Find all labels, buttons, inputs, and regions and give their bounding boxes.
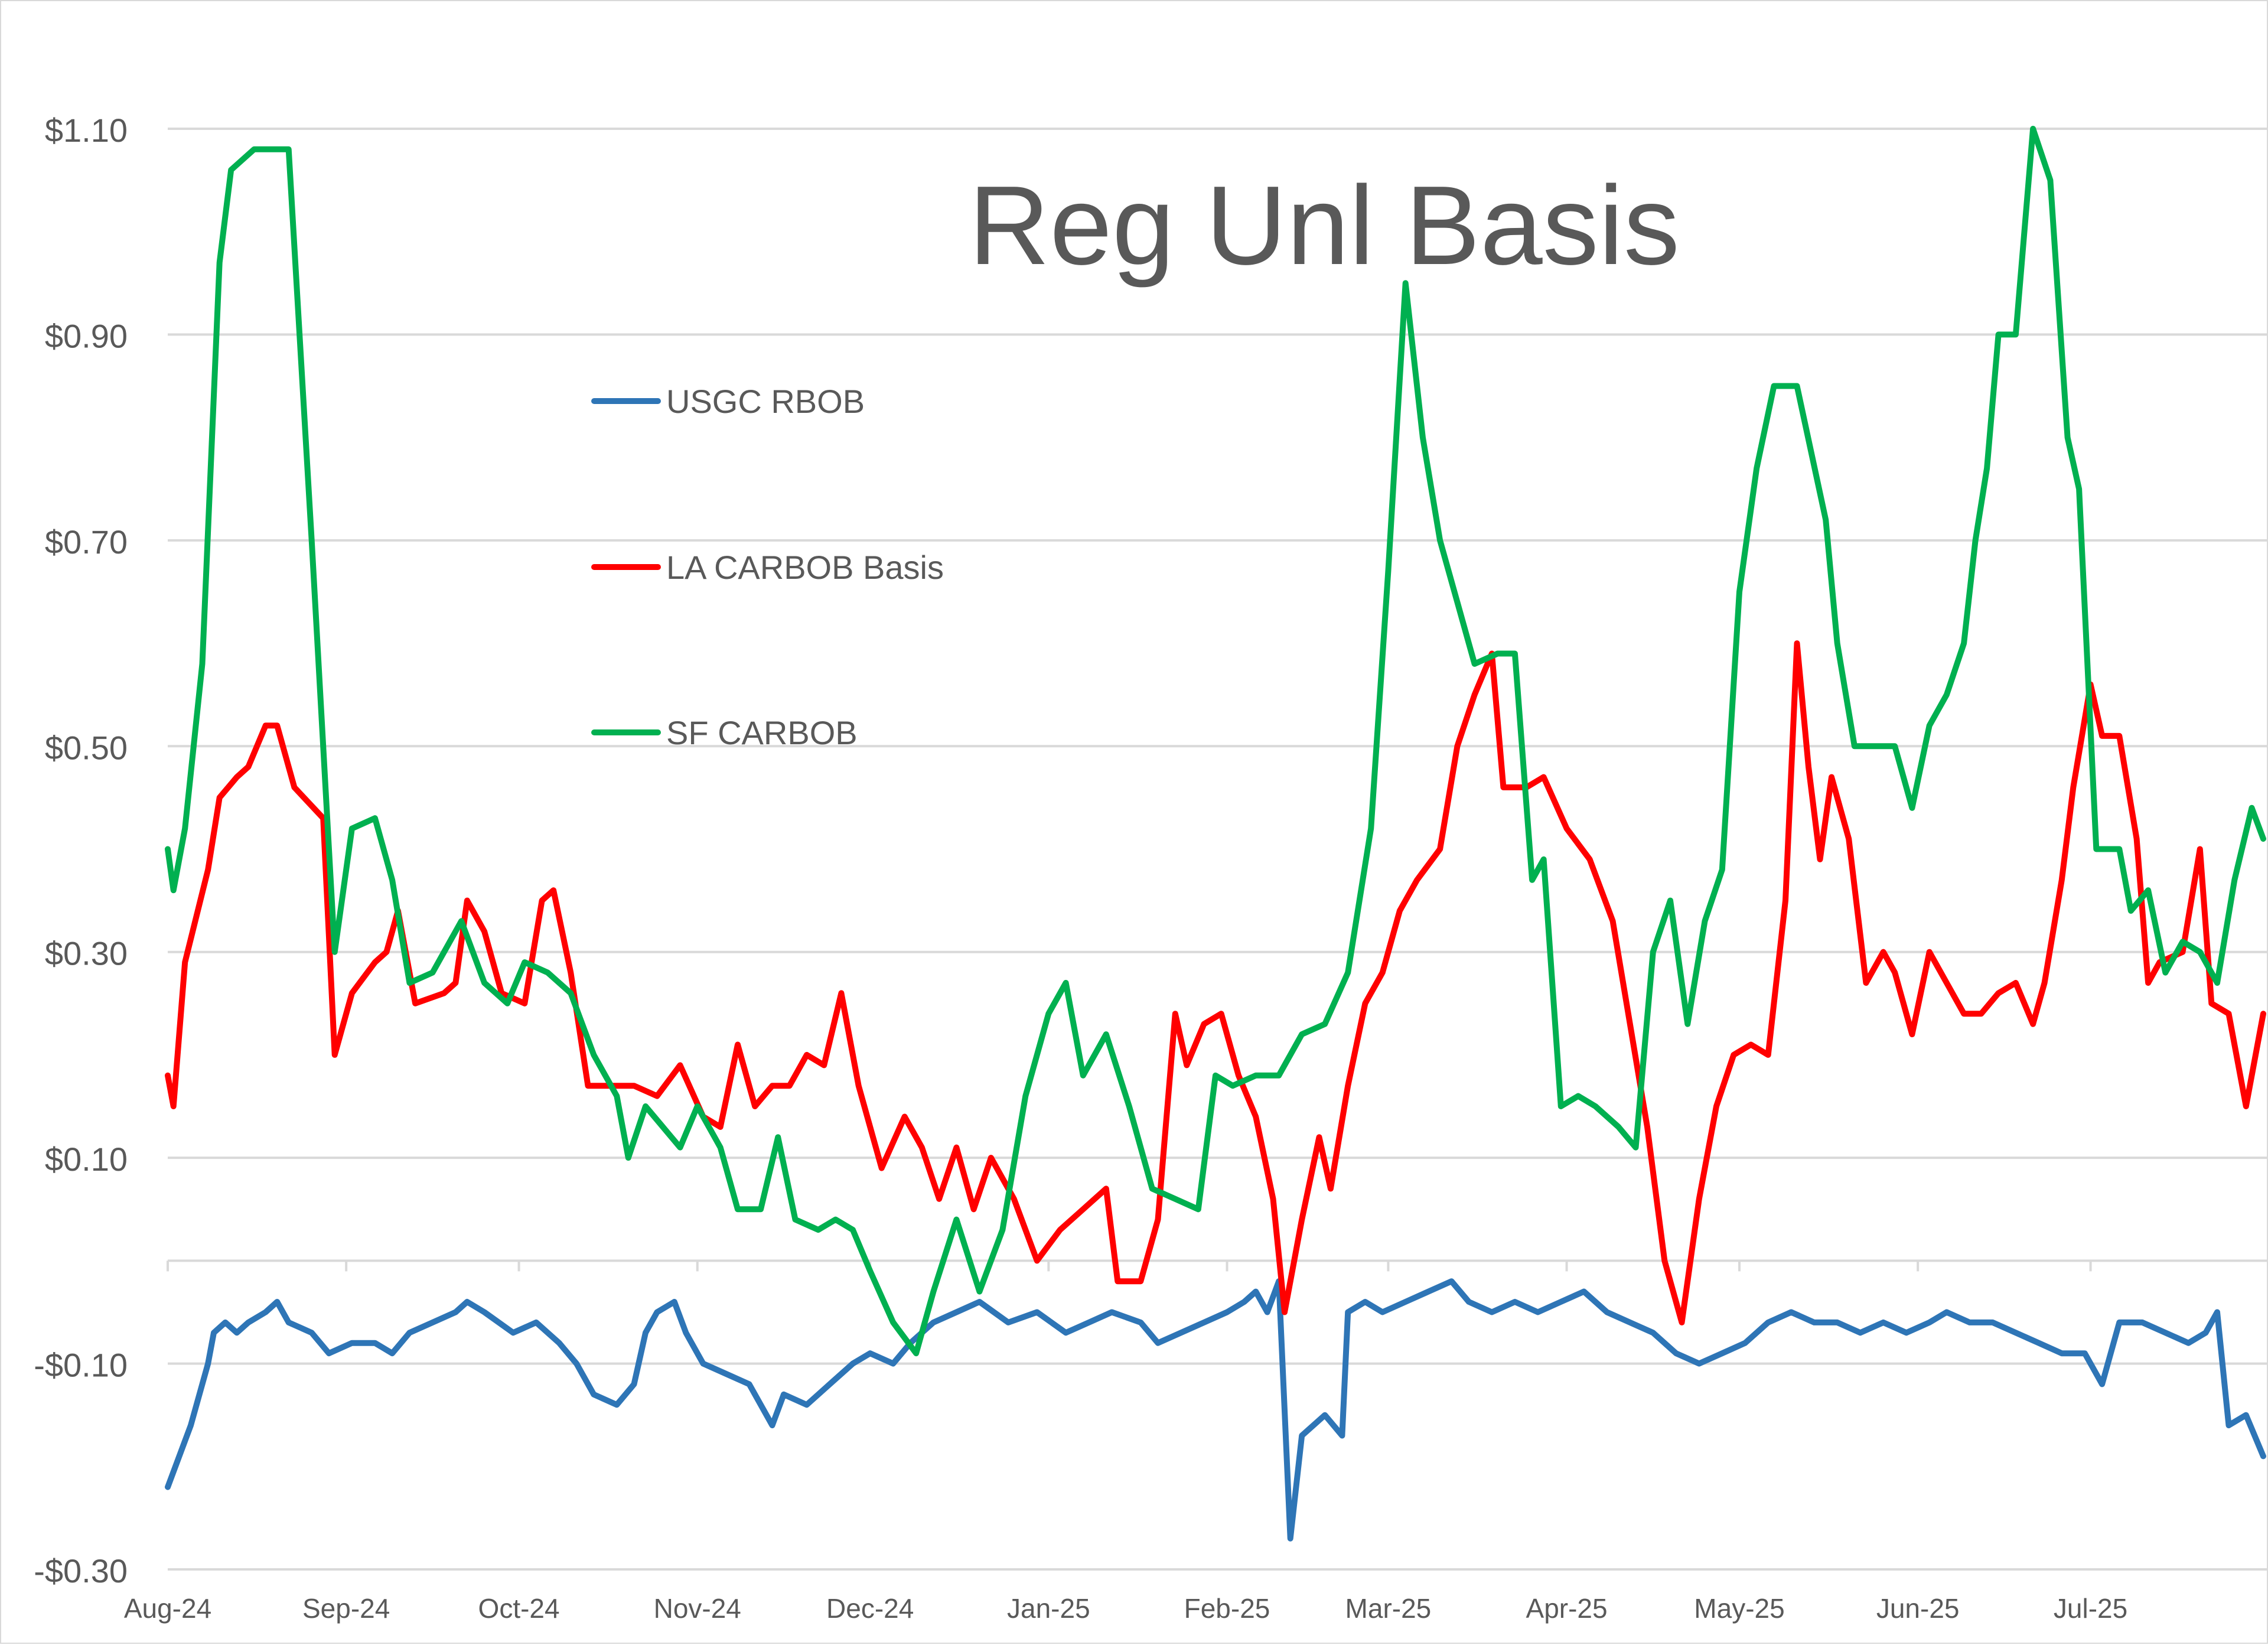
- y-tick-label: $1.10: [45, 112, 128, 149]
- y-tick-label: $0.50: [45, 729, 128, 766]
- series-line-1: [165, 1278, 2266, 1542]
- gridlines: [168, 128, 2267, 1571]
- line-chart: $1.10 $0.90 $0.70 $0.50 $0.30 $0.10 -$0.10 -$0.…: [34, 112, 2267, 1624]
- axes: $1.10 $0.90 $0.70 $0.50 $0.30 $0.10 -$0.10 -$0.…: [34, 112, 2267, 1624]
- x-tick-label: Oct-24: [478, 1593, 560, 1624]
- legend-label: SF CARBOB: [666, 714, 858, 751]
- x-tick-label: Mar-25: [1345, 1593, 1432, 1624]
- legend-label: USGC RBOB: [666, 383, 865, 420]
- series-line-3: [165, 126, 2266, 1357]
- y-tick-label: -$0.30: [34, 1552, 128, 1589]
- legend-label: LA CARBOB Basis: [666, 549, 944, 586]
- x-tick-label: May-25: [1694, 1593, 1784, 1624]
- x-tick-label: Nov-24: [654, 1593, 741, 1624]
- x-tick-label: Jul-25: [2054, 1593, 2127, 1624]
- x-tick-label: Feb-25: [1184, 1593, 1270, 1624]
- y-tick-label: -$0.10: [34, 1347, 128, 1384]
- chart-frame: $1.10 $0.90 $0.70 $0.50 $0.30 $0.10 -$0.10 -$0.…: [0, 0, 2268, 1644]
- x-tick-label: Jun-25: [1876, 1593, 1960, 1624]
- x-tick-label: Apr-25: [1526, 1593, 1608, 1624]
- y-tick-label: $0.10: [45, 1141, 128, 1178]
- x-tick-label: Aug-24: [124, 1593, 211, 1624]
- x-tick-label: Dec-24: [826, 1593, 914, 1624]
- y-tick-label: $0.70: [45, 523, 128, 561]
- chart-title: Reg Unl Basis: [969, 163, 1680, 288]
- legend: USGC RBOB LA CARBOB Basis SF CARBOB: [591, 383, 944, 751]
- y-tick-label: $0.90: [45, 317, 128, 354]
- x-tick-label: Jan-25: [1007, 1593, 1090, 1624]
- series-lines: [165, 126, 2266, 1542]
- y-tick-label: $0.30: [45, 935, 128, 972]
- x-tick-label: Sep-24: [302, 1593, 390, 1624]
